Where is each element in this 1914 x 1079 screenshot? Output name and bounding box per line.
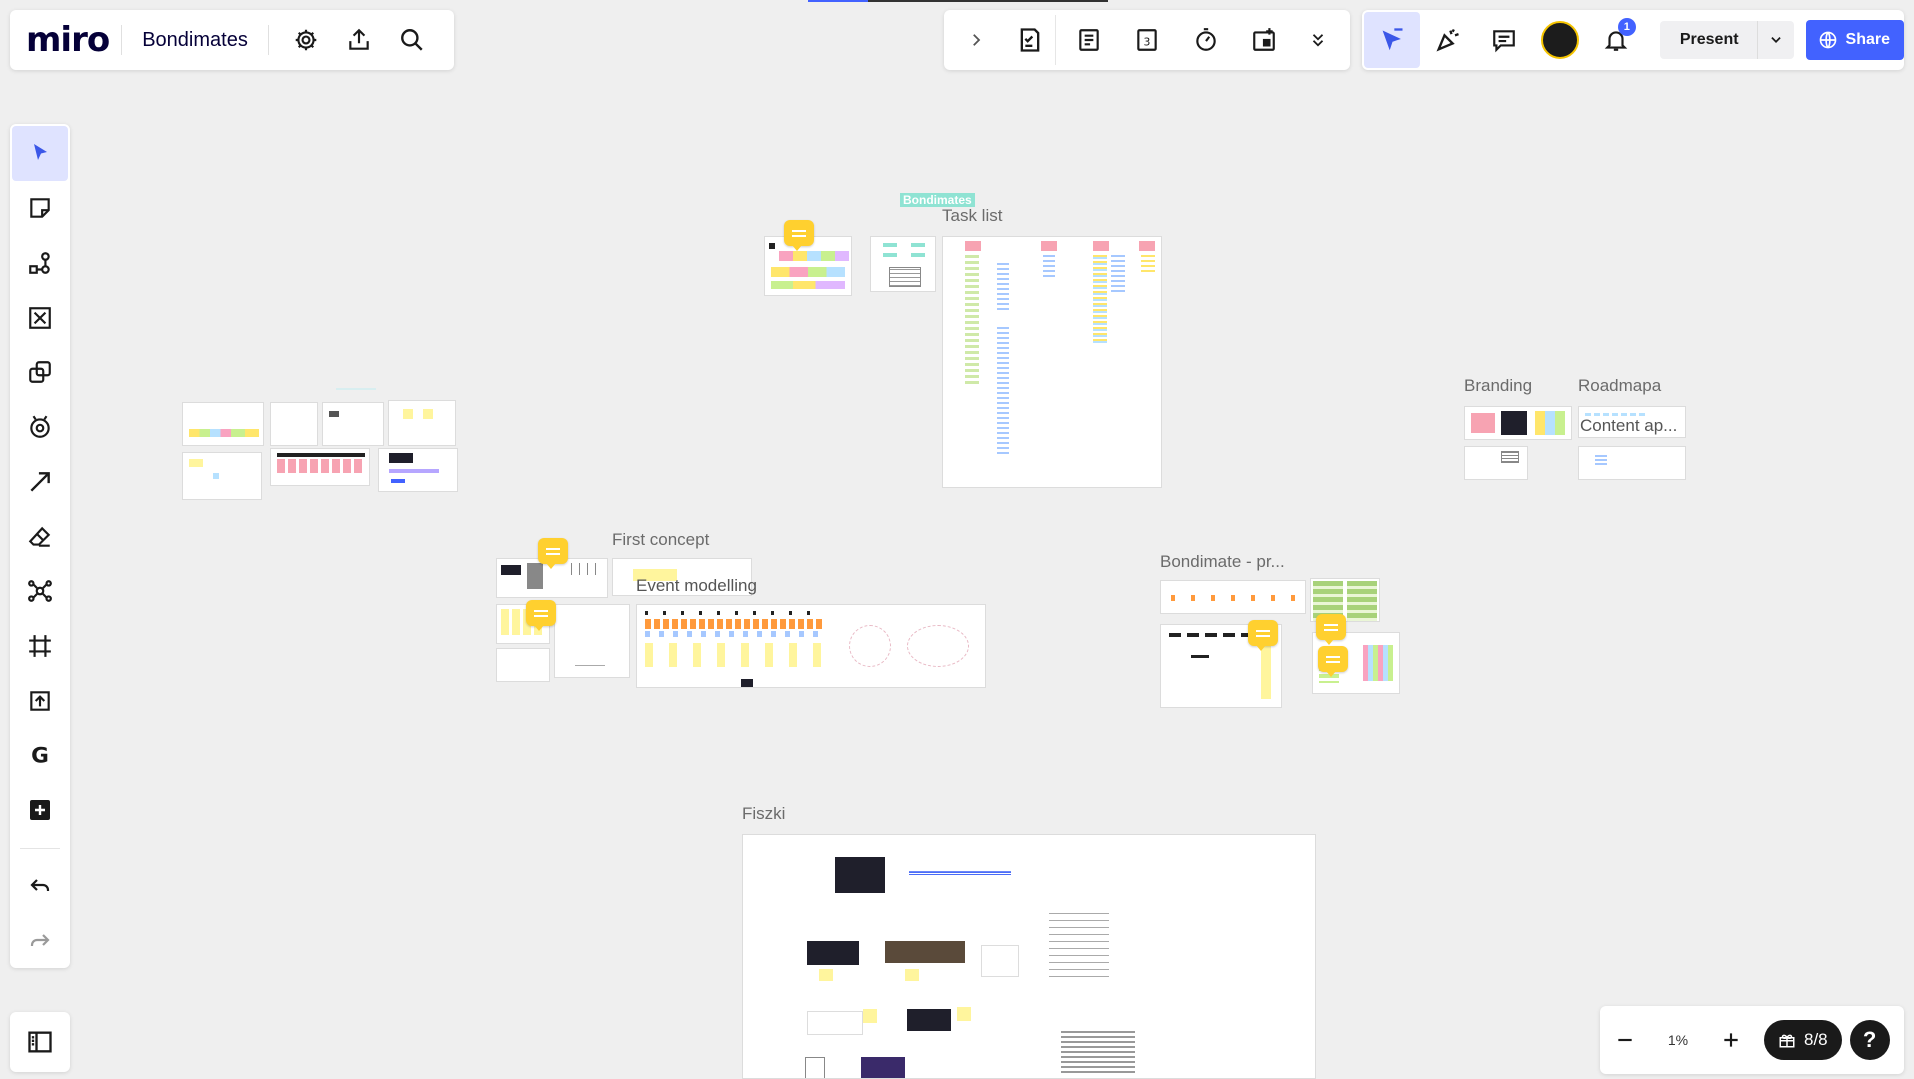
select-tool-icon[interactable]: [12, 126, 68, 181]
double-chevron-down-icon[interactable]: [1298, 15, 1338, 65]
emoji-stamp-icon[interactable]: [12, 400, 68, 455]
frame-cluster-5[interactable]: [182, 452, 262, 500]
frame-cluster-2[interactable]: [270, 402, 318, 446]
frame-teal-table[interactable]: [870, 236, 936, 292]
comment-marker[interactable]: [1316, 614, 1346, 645]
frame-task-list[interactable]: [942, 236, 1162, 488]
frame-cluster-3[interactable]: [322, 402, 384, 446]
cursor-select-icon[interactable]: [1364, 12, 1420, 68]
selection-hint: [868, 0, 1108, 2]
divider: [336, 388, 376, 390]
frame-title-event-modelling[interactable]: Event modelling: [636, 576, 757, 596]
frame-event-modelling[interactable]: [636, 604, 986, 688]
present-button[interactable]: Present: [1659, 21, 1794, 59]
notes-icon[interactable]: [1064, 15, 1114, 65]
zoom-out-icon[interactable]: [1600, 1015, 1650, 1065]
zoom-controls: 1% 8/8 ?: [1600, 1006, 1904, 1074]
shapes-icon[interactable]: [12, 345, 68, 400]
frame-title-fiszki[interactable]: Fiszki: [742, 804, 785, 824]
share-button[interactable]: Share: [1805, 20, 1905, 60]
calendar-icon[interactable]: 3: [1122, 15, 1172, 65]
creation-toolbar: G: [10, 124, 70, 968]
checklist-icon[interactable]: [1005, 15, 1056, 65]
reactions-icon[interactable]: [1420, 12, 1476, 68]
mind-map-icon[interactable]: [12, 564, 68, 619]
frame-title-content-ap[interactable]: Content ap...: [1580, 416, 1678, 436]
divider: [267, 25, 269, 55]
svg-text:G: G: [31, 744, 49, 768]
google-icon[interactable]: G: [12, 728, 68, 783]
add-more-icon[interactable]: [12, 783, 68, 838]
comment-marker[interactable]: [538, 538, 568, 569]
notification-badge: 1: [1617, 18, 1636, 36]
sticky-note-icon[interactable]: [12, 181, 68, 236]
upload-icon[interactable]: [331, 15, 387, 65]
frame-title-first-concept[interactable]: First concept: [612, 530, 709, 550]
present-label[interactable]: Present: [1660, 31, 1757, 49]
frame-title-branding[interactable]: Branding: [1464, 376, 1532, 396]
redo-icon[interactable]: [12, 913, 68, 968]
frame-cluster-7[interactable]: [378, 448, 458, 492]
comment-marker[interactable]: [526, 600, 556, 631]
user-avatar[interactable]: [1532, 12, 1588, 68]
timer-icon[interactable]: [1181, 15, 1231, 65]
collaboration-toolbar: 3: [944, 10, 1350, 70]
gift-icon: [1779, 1034, 1795, 1048]
search-icon[interactable]: [387, 15, 437, 65]
board-panel-icon[interactable]: [10, 1012, 70, 1072]
comment-marker[interactable]: [1248, 620, 1278, 651]
frame-title-bondimate-pr[interactable]: Bondimate - pr...: [1160, 552, 1285, 572]
frame-icon[interactable]: [12, 619, 68, 674]
chevron-right-icon[interactable]: [956, 15, 996, 65]
miro-logo[interactable]: miro: [26, 20, 110, 60]
frame-event-mid[interactable]: [554, 604, 630, 678]
comment-icon[interactable]: [1476, 12, 1532, 68]
board-header: miro Bondimates: [10, 10, 454, 70]
eraser-icon[interactable]: [12, 509, 68, 564]
divider: [20, 847, 60, 849]
frames-button[interactable]: 8/8: [1764, 1020, 1842, 1060]
board-name[interactable]: Bondimates: [134, 29, 256, 52]
comment-marker[interactable]: [1318, 646, 1348, 677]
arrow-line-icon[interactable]: [12, 454, 68, 509]
frame-event-left-2[interactable]: [496, 648, 550, 682]
frame-fiszki[interactable]: ▬▬▬▬▬▬▬▬▬▬▬▬▬▬▬▬▬: [742, 834, 1316, 1079]
notifications-bell-icon[interactable]: 1: [1588, 12, 1644, 68]
template-icon[interactable]: [12, 290, 68, 345]
zoom-in-icon[interactable]: [1706, 1015, 1756, 1065]
avatar: [1540, 21, 1579, 59]
share-label[interactable]: Share: [1846, 31, 1890, 49]
selection-hint: [808, 0, 868, 2]
chevron-down-icon[interactable]: [1756, 21, 1794, 59]
frame-cluster-1[interactable]: [182, 402, 264, 446]
frame-cluster-4[interactable]: [388, 400, 456, 446]
session-toolbar: 1 Present Share: [1362, 10, 1905, 70]
frame-branding-table[interactable]: [1464, 446, 1528, 480]
frame-bondimate-pr-1[interactable]: [1160, 580, 1306, 614]
gear-icon[interactable]: [281, 15, 331, 65]
zoom-level[interactable]: 1%: [1650, 1032, 1706, 1048]
globe-icon: [1819, 31, 1836, 49]
frame-cluster-6[interactable]: [270, 448, 370, 486]
frame-content-ap[interactable]: [1578, 446, 1686, 480]
card-add-icon[interactable]: [1239, 15, 1289, 65]
divider: [121, 25, 123, 55]
frame-branding[interactable]: [1464, 406, 1572, 440]
frame-title-roadmapa[interactable]: Roadmapa: [1578, 376, 1661, 396]
fiszki-link[interactable]: ▬▬▬▬▬▬▬▬▬▬▬▬▬▬▬▬▬: [909, 869, 1011, 875]
help-button[interactable]: ?: [1849, 1020, 1890, 1060]
frames-count: 8/8: [1804, 1030, 1828, 1049]
comment-marker[interactable]: [784, 220, 814, 251]
bondimates-tag[interactable]: Bondimates: [900, 193, 975, 207]
frame-title-task-list[interactable]: Task list: [942, 206, 1002, 226]
upload-file-icon[interactable]: [12, 673, 68, 728]
shapes-connector-icon[interactable]: [12, 235, 68, 290]
svg-text:3: 3: [1144, 35, 1151, 48]
undo-icon[interactable]: [12, 859, 68, 914]
